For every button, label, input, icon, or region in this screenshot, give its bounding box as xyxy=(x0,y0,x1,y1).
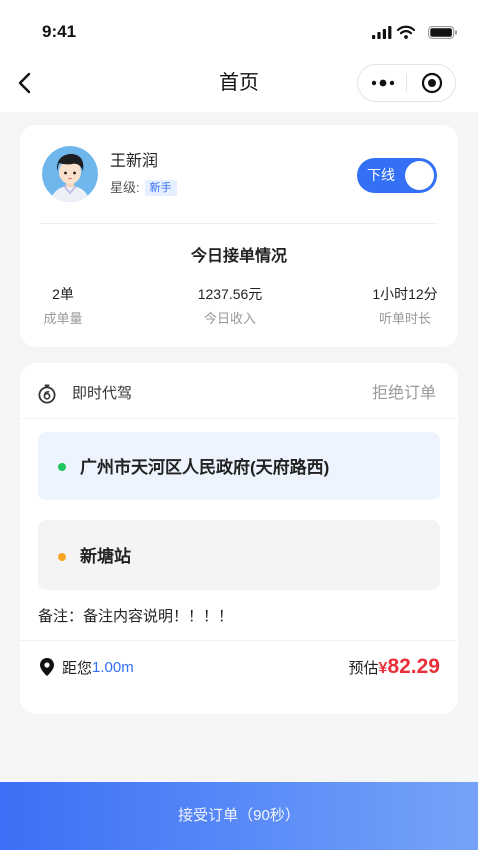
reject-order-button[interactable]: 拒绝订单 xyxy=(372,383,436,405)
more-button[interactable] xyxy=(358,65,407,101)
order-type: 即时代驾 xyxy=(72,385,133,402)
location-pin-icon xyxy=(40,658,54,676)
divider xyxy=(40,223,438,224)
signal-icon xyxy=(372,26,392,39)
distance: 距您 1.00m xyxy=(40,657,134,678)
capsule-menu xyxy=(357,64,456,102)
battery-icon xyxy=(428,26,457,39)
online-toggle[interactable]: 下线 xyxy=(357,158,437,193)
stopwatch-icon xyxy=(38,384,56,404)
driver-level: 星级: 新手 xyxy=(110,179,177,197)
stat-value: 1237.56元 xyxy=(197,286,263,302)
estimated-price: 预估 ¥ 82.29 xyxy=(349,655,440,679)
stat-value: 2单 xyxy=(52,286,74,302)
more-dots-icon xyxy=(371,79,394,87)
status-time: 9:41 xyxy=(42,22,77,41)
distance-label: 距您 xyxy=(62,659,93,677)
divider xyxy=(20,640,458,641)
toggle-knob xyxy=(405,161,434,190)
level-label: 星级: xyxy=(110,180,140,195)
order-card: 即时代驾 拒绝订单 广州市天河区人民政府(天府路西) 新塘站 备注：备注内容说明… xyxy=(20,363,458,714)
driver-name: 王新润 xyxy=(110,153,159,170)
dropoff-address-text: 新塘站 xyxy=(80,547,131,566)
dropoff-address: 新塘站 xyxy=(38,520,440,590)
stat-label: 听单时长 xyxy=(378,311,431,326)
price-currency: ¥ xyxy=(378,660,388,677)
divider xyxy=(20,418,458,419)
order-footer: 距您 1.00m 预估 ¥ 82.29 xyxy=(40,655,440,679)
pickup-address: 广州市天河区人民政府(天府路西) xyxy=(38,432,440,500)
wifi-icon xyxy=(397,25,415,39)
avatar xyxy=(42,146,98,202)
order-remark: 备注：备注内容说明！！！！ xyxy=(38,608,234,625)
driver-card: 王新润 星级: 新手 下线 今日接单情况 2单 成单量 1237.56元 今日收… xyxy=(20,125,458,347)
pickup-address-text: 广州市天河区人民政府(天府路西) xyxy=(80,458,330,477)
toggle-label: 下线 xyxy=(367,167,395,183)
stat-label: 今日收入 xyxy=(203,311,256,326)
stat-label: 成单量 xyxy=(43,311,83,326)
level-badge: 新手 xyxy=(144,180,177,196)
close-miniprogram-button[interactable] xyxy=(407,65,456,101)
estimate-label: 预估 xyxy=(348,660,379,677)
target-icon xyxy=(421,72,442,94)
price-amount: 82.29 xyxy=(387,655,440,678)
pickup-dot xyxy=(58,463,66,471)
today-summary-title: 今日接单情况 xyxy=(190,248,287,265)
top-bar: 9:41 首页 xyxy=(0,0,478,112)
distance-value: 1.00m xyxy=(92,658,134,676)
accept-order-button[interactable]: 接受订单（90秒） xyxy=(0,782,478,850)
stat-value: 1小时12分 xyxy=(372,286,438,302)
dropoff-dot xyxy=(58,553,66,561)
